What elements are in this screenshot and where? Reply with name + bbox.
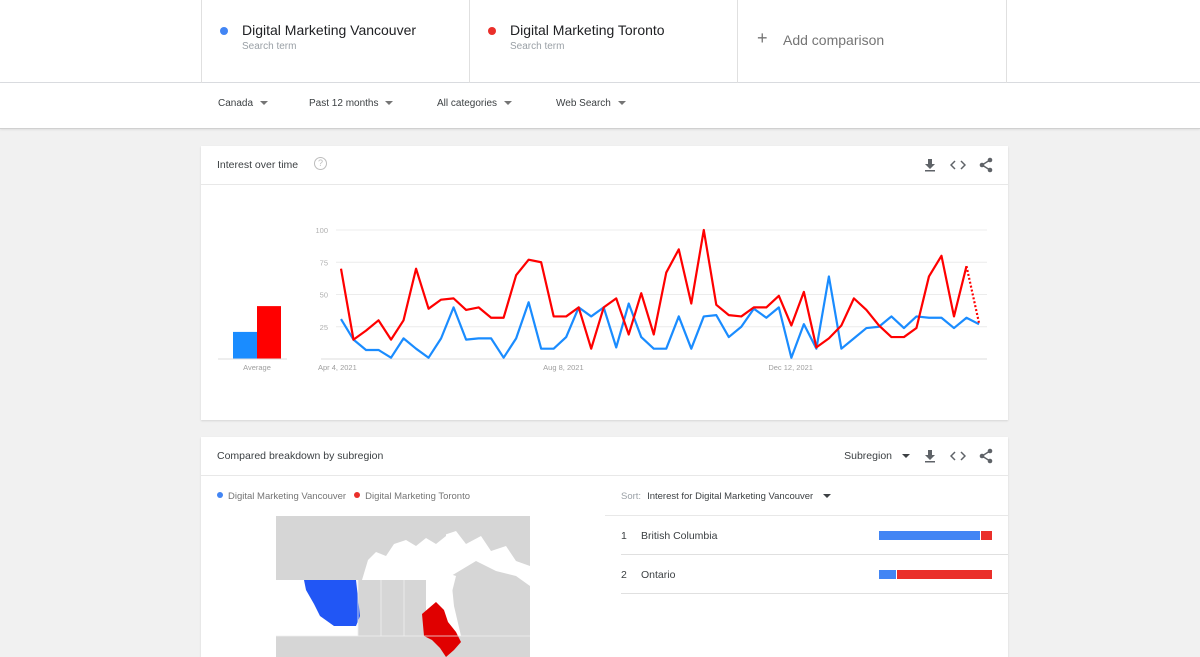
filter-label: Past 12 months xyxy=(309,98,379,109)
filter-label: Web Search xyxy=(556,98,611,109)
card-title: Compared breakdown by subregion xyxy=(217,450,384,462)
x-tick-label: Apr 4, 2021 xyxy=(318,363,357,372)
x-tick-label: Dec 12, 2021 xyxy=(768,363,813,372)
interest-chart[interactable]: Average 25 50 75 100 Apr 4, 2021 Aug 8, 2021… xyxy=(201,185,1008,420)
average-bars: Average xyxy=(218,306,287,372)
region-row[interactable]: 2 Ontario xyxy=(621,555,1008,594)
series-line-toronto[interactable] xyxy=(339,228,968,350)
subregion-label: Subregion xyxy=(844,450,892,462)
vancouver-share xyxy=(879,531,980,540)
filter-label: All categories xyxy=(437,98,498,109)
series-line-vancouver[interactable] xyxy=(340,275,980,359)
caret-down-icon xyxy=(260,101,269,106)
add-comparison-label: Add comparison xyxy=(783,32,885,48)
term-color-dot xyxy=(220,27,228,35)
breakdown-card: Compared breakdown by subregion Subregio… xyxy=(201,437,1008,657)
vancouver-share xyxy=(879,570,896,579)
toronto-share xyxy=(980,531,992,540)
region-rank: 1 xyxy=(621,530,627,542)
average-bar-vancouver[interactable] xyxy=(233,331,257,359)
search-term-1[interactable]: Digital Marketing Vancouver Search term xyxy=(201,0,469,83)
filter-time-range[interactable]: Past 12 months xyxy=(309,98,394,109)
caret-down-icon xyxy=(823,494,832,499)
card-actions xyxy=(922,448,994,464)
map-usa xyxy=(276,636,530,657)
download-icon[interactable] xyxy=(922,157,938,173)
term-color-dot xyxy=(488,27,496,35)
caret-down-icon xyxy=(617,101,626,106)
y-tick-label: 100 xyxy=(315,226,328,235)
search-term-subtitle: Search term xyxy=(510,41,565,52)
x-axis-labels: Apr 4, 2021 Aug 8, 2021 Dec 12, 2021 xyxy=(318,363,813,372)
region-row[interactable]: 1 British Columbia xyxy=(621,516,1008,555)
legend-label: Digital Marketing Vancouver xyxy=(228,491,347,502)
legend-dot xyxy=(354,492,361,499)
legend-item-toronto: Digital Marketing Toronto xyxy=(354,491,470,502)
card-actions xyxy=(922,157,994,173)
subregion-dropdown[interactable]: Subregion xyxy=(844,450,910,462)
help-icon[interactable]: ? xyxy=(314,157,327,170)
search-term-2[interactable]: Digital Marketing Toronto Search term xyxy=(469,0,737,83)
caret-down-icon xyxy=(385,101,394,106)
embed-icon[interactable] xyxy=(950,157,966,173)
region-share-bar xyxy=(879,531,992,540)
chart-lines xyxy=(339,228,981,359)
add-comparison-button[interactable]: + Add comparison xyxy=(737,0,1007,83)
interest-over-time-card: Interest over time ? Average 25 50 75 100 A… xyxy=(201,146,1008,420)
filter-region[interactable]: Canada xyxy=(218,98,269,109)
download-icon[interactable] xyxy=(922,448,938,464)
y-tick-label: 25 xyxy=(320,323,328,332)
sort-value: Interest for Digital Marketing Vancouver xyxy=(647,491,814,502)
toronto-share xyxy=(896,570,992,579)
x-tick-label: Aug 8, 2021 xyxy=(543,363,583,372)
region-name: Ontario xyxy=(641,569,676,581)
share-icon[interactable] xyxy=(978,157,994,173)
search-term-name: Digital Marketing Vancouver xyxy=(242,22,417,38)
average-bar-toronto[interactable] xyxy=(257,306,281,359)
region-rank: 2 xyxy=(621,569,627,581)
caret-down-icon xyxy=(504,101,513,106)
card-header: Compared breakdown by subregion Subregio… xyxy=(201,437,1008,476)
y-tick-label: 50 xyxy=(320,291,328,300)
map-prairies[interactable] xyxy=(358,580,426,636)
filter-search-type[interactable]: Web Search xyxy=(556,98,626,109)
legend-label: Digital Marketing Toronto xyxy=(365,491,471,502)
legend-dot xyxy=(217,492,223,499)
canada-map[interactable] xyxy=(276,516,530,657)
search-term-subtitle: Search term xyxy=(242,41,297,52)
region-name: British Columbia xyxy=(641,530,718,542)
card-title: Interest over time xyxy=(217,159,299,171)
average-label: Average xyxy=(243,363,271,372)
filter-label: Canada xyxy=(218,98,254,109)
legend-item-vancouver: Digital Marketing Vancouver xyxy=(217,491,346,502)
y-tick-label: 75 xyxy=(320,258,328,267)
map-legend: Digital Marketing Vancouver Digital Mark… xyxy=(217,491,470,502)
card-header: Interest over time ? xyxy=(201,146,1008,185)
caret-down-icon xyxy=(902,454,910,459)
embed-icon[interactable] xyxy=(950,448,966,464)
search-term-name: Digital Marketing Toronto xyxy=(510,22,665,38)
sort-label: Sort: xyxy=(621,491,642,502)
filter-bar: Canada Past 12 months All categories Web… xyxy=(0,83,1200,129)
filter-category[interactable]: All categories xyxy=(437,98,513,109)
sort-dropdown[interactable]: Sort: Interest for Digital Marketing Vanc… xyxy=(621,491,832,502)
region-share-bar xyxy=(879,570,992,579)
share-icon[interactable] xyxy=(978,448,994,464)
chart-grid: 25 50 75 100 xyxy=(315,226,987,360)
search-terms-bar: Digital Marketing Vancouver Search term … xyxy=(0,0,1200,83)
plus-icon: + xyxy=(757,28,768,48)
